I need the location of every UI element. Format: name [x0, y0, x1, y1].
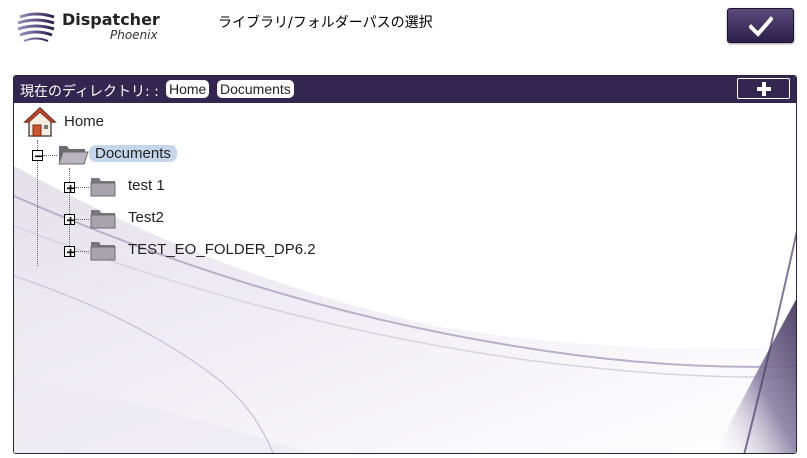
tree-toggle-test1[interactable]: [64, 182, 75, 193]
add-folder-button[interactable]: [737, 78, 790, 99]
folder-icon[interactable]: [89, 238, 117, 262]
logo-sub-text: Phoenix: [110, 28, 158, 42]
tree-item-home[interactable]: Home: [64, 113, 104, 130]
header: Dispatcher Phoenix ライブラリ/フォルダーパスの選択: [0, 0, 807, 52]
folder-browser-panel: 現在のディレクトリ: : Home Documents Home Documen…: [13, 75, 797, 454]
decorative-swoosh-background: [14, 76, 796, 453]
plus-icon: [757, 82, 771, 96]
plus-icon: [67, 185, 74, 192]
current-directory-bar: 現在のディレクトリ: : Home Documents: [14, 76, 796, 103]
tree-toggle-test-eo-folder[interactable]: [64, 246, 75, 257]
tree-connector-child-3: [75, 251, 89, 252]
home-icon[interactable]: [23, 106, 57, 138]
checkmark-icon: [749, 16, 773, 37]
plus-icon: [67, 217, 74, 224]
tree-item-test-eo-folder[interactable]: TEST_EO_FOLDER_DP6.2: [128, 241, 316, 258]
logo-main-text: Dispatcher: [62, 10, 160, 29]
breadcrumb-documents[interactable]: Documents: [217, 80, 294, 98]
app-logo: Dispatcher Phoenix: [16, 9, 166, 45]
tree-connector-children: [69, 168, 70, 250]
tree-item-documents[interactable]: Documents: [89, 145, 177, 162]
tree-item-test2[interactable]: Test2: [128, 209, 164, 226]
tree-item-test1[interactable]: test 1: [128, 177, 165, 194]
minus-icon: [35, 155, 42, 158]
tree-connector-child-2: [75, 219, 89, 220]
plus-icon: [67, 249, 74, 256]
folder-open-icon[interactable]: [57, 142, 89, 166]
tree-toggle-documents[interactable]: [32, 150, 43, 161]
folder-icon[interactable]: [89, 174, 117, 198]
folder-icon[interactable]: [89, 206, 117, 230]
breadcrumb-home[interactable]: Home: [166, 80, 210, 98]
page-title: ライブラリ/フォルダーパスの選択: [218, 15, 433, 31]
current-directory-label: 現在のディレクトリ: :: [20, 84, 159, 100]
dispatcher-logo-icon: [17, 12, 55, 42]
tree-connector-documents: [43, 155, 57, 156]
confirm-button[interactable]: [727, 8, 794, 43]
tree-connector-child-1: [75, 187, 89, 188]
tree-toggle-test2[interactable]: [64, 214, 75, 225]
